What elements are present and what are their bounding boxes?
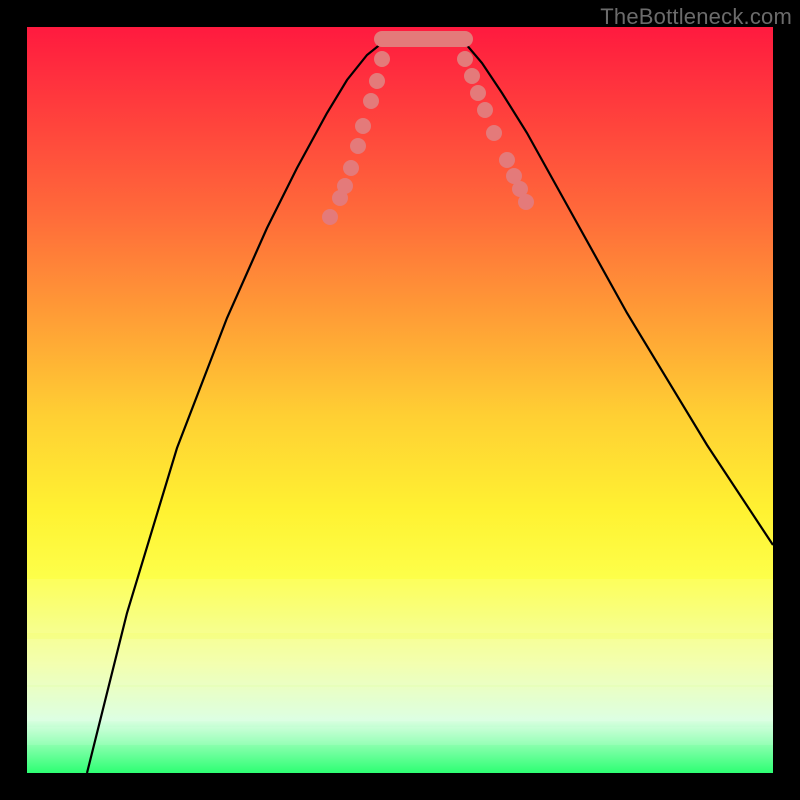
marker-dot — [518, 194, 534, 210]
chart-frame — [27, 27, 773, 773]
marker-group-right — [457, 51, 534, 210]
marker-dot — [369, 73, 385, 89]
curve-left-branch — [87, 39, 382, 773]
curve-right-branch — [465, 39, 773, 545]
chart-svg — [27, 27, 773, 773]
marker-group-left — [322, 51, 390, 225]
marker-dot — [499, 152, 515, 168]
marker-dot — [322, 209, 338, 225]
marker-dot — [457, 51, 473, 67]
marker-dot — [363, 93, 379, 109]
marker-dot — [350, 138, 366, 154]
marker-dot — [337, 178, 353, 194]
marker-dot — [343, 160, 359, 176]
marker-dot — [477, 102, 493, 118]
watermark-text: TheBottleneck.com — [600, 4, 792, 30]
marker-dot — [374, 51, 390, 67]
marker-dot — [470, 85, 486, 101]
marker-dot — [464, 68, 480, 84]
marker-dot — [486, 125, 502, 141]
marker-dot — [355, 118, 371, 134]
